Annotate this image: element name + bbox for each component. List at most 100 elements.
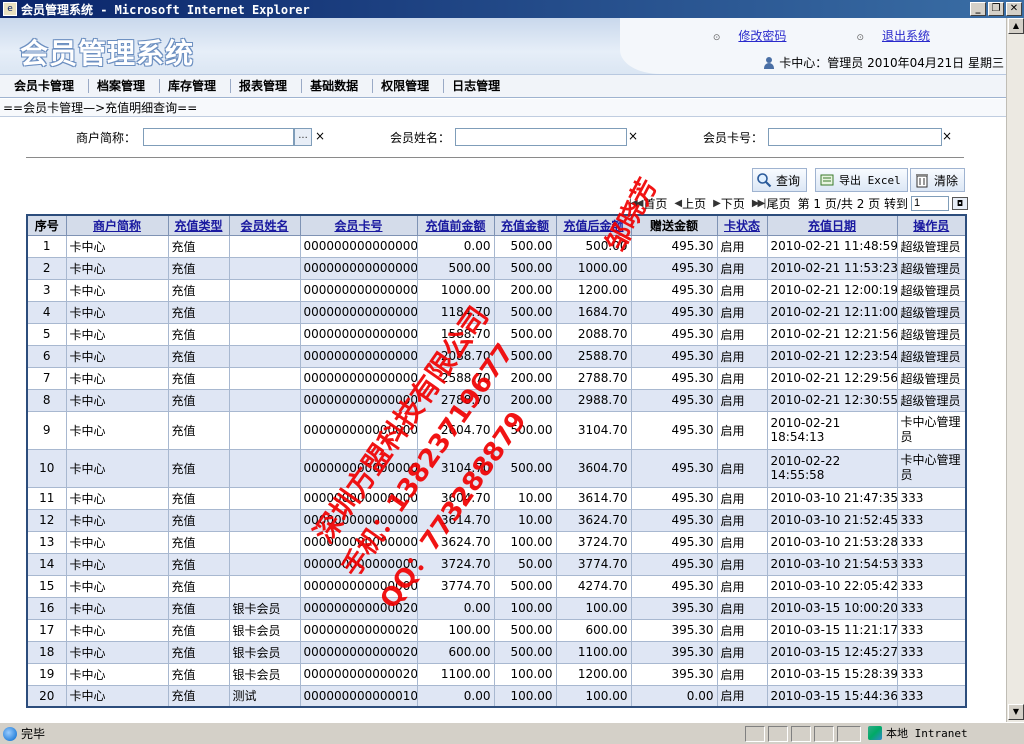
member-name-clear-icon[interactable]: × [628,129,638,143]
query-button[interactable]: 查询 [752,168,808,192]
table-cell: 充值 [167,640,230,664]
table-cell: 2604.70 [416,410,495,450]
table-cell: 启用 [716,234,768,258]
close-button[interactable]: ✕ [1006,2,1022,16]
table-cell: 495.30 [630,278,718,302]
table-cell: 卡中心 [65,278,169,302]
table-cell: 2010-03-15 11:21:17 [766,618,898,642]
table-row: 8 卡中心 充值 0000000000000001 2788.70 200.00 2988.… [26,388,967,412]
table-cell: 200.00 [493,278,557,302]
export-excel-button[interactable]: 导出 Excel [815,168,908,192]
table-cell: 0000000000000201 [299,618,418,642]
table-cell: 500.00 [493,574,557,598]
table-cell: 3724.70 [416,552,495,576]
table-cell: 银卡会员 [228,640,301,664]
table-cell: 495.30 [630,410,718,450]
table-cell: 495.30 [630,234,718,258]
merchant-clear-icon[interactable]: × [315,129,325,143]
table-cell: 6 [26,344,67,368]
table-cell: 充值 [167,508,230,532]
clear-button[interactable]: 清除 [910,168,966,192]
scroll-down-icon[interactable]: ▼ [1008,704,1024,720]
table-row: 13 卡中心 充值 0000000000000001 3624.70 100.00 3724… [26,530,967,554]
menu-item-report-management[interactable]: 报表管理 [231,79,303,93]
column-header[interactable]: 充值日期 [766,214,898,236]
column-header: 序号 [26,214,67,236]
restore-button[interactable]: ❐ [988,2,1004,16]
table-cell: 2010-02-21 18:54:13 [766,410,898,450]
table-cell: 充值 [167,344,230,368]
scroll-up-icon[interactable]: ▲ [1008,18,1024,34]
vertical-scrollbar[interactable]: ▲ ▼ [1006,18,1024,722]
column-header[interactable]: 充值前金额 [416,214,495,236]
page-info: 第 1 页/共 2 页 转到 [797,196,908,211]
member-name-input[interactable] [455,128,627,146]
menu-item-permission-management[interactable]: 权限管理 [373,79,445,93]
prev-page-link[interactable]: ◀ 上页 [674,195,706,212]
table-cell: 充值 [167,486,230,510]
breadcrumb: ==会员卡管理—>充值明细查询== [0,99,1006,117]
merchant-browse-button[interactable]: ... [294,128,312,146]
menu-item-inventory-management[interactable]: 库存管理 [160,79,232,93]
column-header[interactable]: 商户简称 [65,214,169,236]
table-cell: 卡中心 [65,640,169,664]
goto-button[interactable]: ◘ [952,196,968,210]
table-cell: 18 [26,640,67,664]
card-no-input[interactable] [768,128,942,146]
menu-item-log-management[interactable]: 日志管理 [444,79,514,93]
table-row: 20 卡中心 充值 测试 0000000000000100 0.00 100.00 100.0… [26,684,967,708]
table-cell: 495.30 [630,366,718,390]
table-cell: 2 [26,256,67,280]
prev-page-icon: ◀ [674,197,682,209]
table-cell: 0.00 [416,684,495,708]
table-cell: 10.00 [493,508,557,532]
table-cell: 100.00 [555,684,632,708]
first-page-link[interactable]: |◀◀ 首页 [629,195,668,212]
logout-link[interactable]: 退出系统 [882,29,930,43]
table-cell: 超级管理员 [896,366,967,390]
column-header[interactable]: 卡状态 [716,214,768,236]
table-cell: 500.00 [493,234,557,258]
table-row: 17 卡中心 充值 银卡会员 0000000000000201 100.00 500.00 6… [26,618,967,642]
table-cell: 500.00 [493,322,557,346]
table-cell: 100.00 [416,618,495,642]
table-cell: 0000000000000001 [299,388,418,412]
table-cell: 启用 [716,684,768,708]
goto-page-input[interactable] [911,195,949,211]
table-cell [228,508,301,532]
table-cell: 495.30 [630,256,718,280]
column-header[interactable]: 充值金额 [493,214,557,236]
table-row: 16 卡中心 充值 银卡会员 0000000000000201 0.00 100.00 100… [26,596,967,620]
table-cell [228,322,301,346]
table-cell: 495.30 [630,344,718,368]
table-cell: 0000000000000001 [299,410,418,450]
menu-item-basic-data[interactable]: 基础数据 [302,79,374,93]
table-cell: 500.00 [493,618,557,642]
change-password-link[interactable]: 修改密码 [738,29,786,43]
column-header[interactable]: 充值后金额 [555,214,632,236]
table-cell: 11 [26,486,67,510]
table-cell: 200.00 [493,388,557,412]
column-header[interactable]: 会员姓名 [228,214,301,236]
merchant-input[interactable] [143,128,294,146]
table-cell: 2010-02-21 12:29:56 [766,366,898,390]
menu-item-card-management[interactable]: 会员卡管理 [6,79,90,93]
card-no-clear-icon[interactable]: × [942,129,952,143]
table-cell: 超级管理员 [896,234,967,258]
table-header-row: 序号 商户简称 充值类型 会员姓名 会员卡号 充值前金额 充值金额 充值后金额 赠送金额 卡状态充… [26,214,967,236]
table-cell: 2010-03-10 22:05:42 [766,574,898,598]
status-bar: 完毕 本地 Intranet [0,722,1024,744]
column-header[interactable]: 充值类型 [167,214,230,236]
menu-item-archive-management[interactable]: 档案管理 [89,79,161,93]
table-cell: 100.00 [493,530,557,554]
table-cell: 3 [26,278,67,302]
ie-page-icon [3,726,17,741]
next-page-link[interactable]: ▶ 下页 [713,195,745,212]
table-cell: 333 [896,530,967,554]
table-cell: 1000.00 [416,278,495,302]
last-page-link[interactable]: ▶▶| 尾页 [752,195,791,212]
column-header[interactable]: 操作员 [896,214,967,236]
table-cell [228,344,301,368]
minimize-button[interactable]: _ [970,2,986,16]
column-header[interactable]: 会员卡号 [299,214,418,236]
